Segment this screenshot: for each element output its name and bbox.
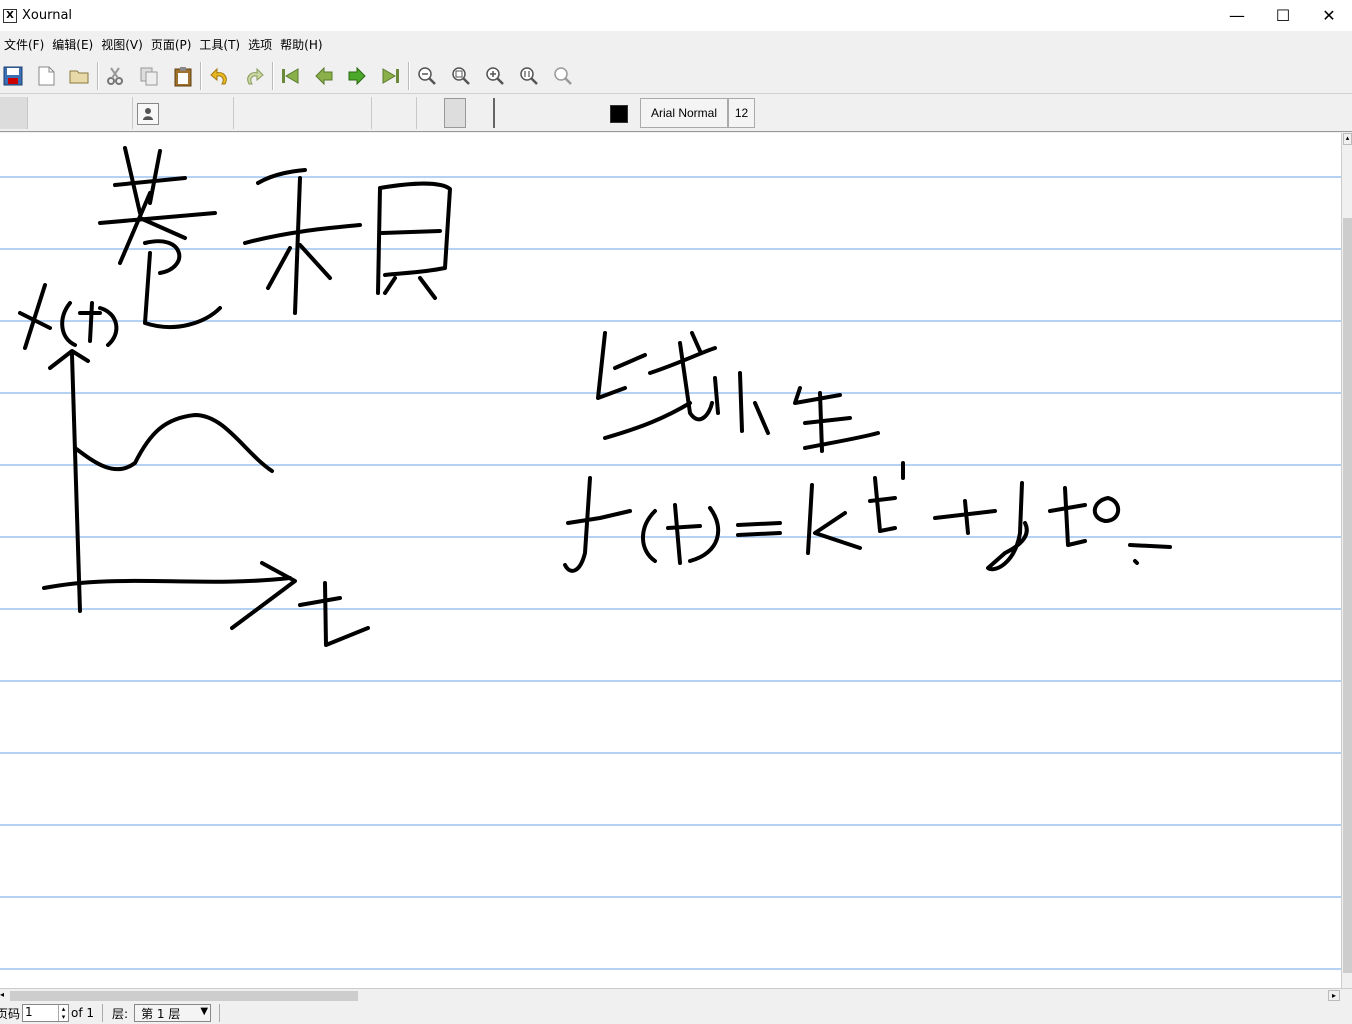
ink-stroke (806, 483, 862, 555)
horizontal-scrollbar[interactable]: ◂ ▸ (0, 988, 1352, 1002)
save-icon[interactable] (0, 63, 26, 89)
ink-stroke (376, 181, 452, 295)
ink-stroke (138, 216, 187, 240)
menu-page[interactable]: 页面(P) (149, 36, 198, 53)
paste-icon[interactable] (170, 63, 196, 89)
menu-edit[interactable]: 编辑(E) (50, 36, 99, 53)
window-controls: — ☐ ✕ (1214, 0, 1352, 31)
status-separator (219, 1004, 221, 1022)
xournal-app-icon: X (3, 8, 17, 23)
zoom-set-icon[interactable] (550, 63, 576, 89)
ink-stroke (113, 176, 187, 187)
menu-tools[interactable]: 工具(T) (197, 36, 246, 53)
layer-select[interactable]: 第 1 层 ▼ (134, 1004, 212, 1022)
page-number-spinner[interactable]: 1 ▴ ▾ (22, 1004, 70, 1022)
thickness-button[interactable] (444, 98, 466, 128)
scroll-up-arrow[interactable]: ▴ (1343, 133, 1352, 145)
scroll-right-arrow[interactable]: ▸ (1328, 990, 1340, 1001)
vertical-scroll-thumb[interactable] (1343, 218, 1352, 973)
ink-stroke (563, 476, 632, 573)
title-bar: X Xournal — ☐ ✕ (0, 0, 1352, 31)
ink-stroke (868, 461, 905, 533)
status-separator (102, 1004, 104, 1022)
toolbar-separator (200, 62, 202, 90)
ink-stroke (243, 223, 362, 245)
toolbar-separator (272, 62, 274, 90)
menu-bar: 文件(F) 编辑(E) 视图(V) 页面(P) 工具(T) 选项 帮助(H) (0, 31, 1352, 58)
ink-stroke (298, 581, 370, 647)
ink-stroke (933, 499, 997, 535)
ink-stroke (1128, 543, 1172, 565)
first-page-icon[interactable] (277, 63, 303, 89)
zoom-fit-icon[interactable] (448, 63, 474, 89)
pen-color-swatch[interactable] (610, 105, 628, 123)
layer-label: 层: (112, 1006, 129, 1021)
ink-stroke (98, 211, 217, 225)
main-toolbar (0, 58, 1352, 94)
last-page-icon[interactable] (378, 63, 404, 89)
close-button[interactable]: ✕ (1306, 0, 1352, 31)
menu-options[interactable]: 选项 (246, 36, 278, 53)
undo-icon[interactable] (207, 63, 233, 89)
toolbar-blank-segment (372, 97, 417, 129)
font-name-button[interactable]: Arial Normal (640, 98, 728, 128)
copy-icon[interactable] (136, 63, 162, 89)
zoom-100-icon[interactable] (516, 63, 542, 89)
ink-stroke (48, 349, 90, 613)
next-page-icon[interactable] (344, 63, 370, 89)
ink-stroke (60, 301, 119, 347)
open-icon[interactable] (66, 63, 92, 89)
toolbar-separator (97, 62, 99, 90)
horizontal-scroll-thumb[interactable] (10, 991, 358, 1001)
font-size-button[interactable]: 12 (728, 98, 755, 128)
vertical-scrollbar[interactable]: ▴ (1341, 133, 1352, 988)
ink-stroke (736, 521, 782, 537)
window-title: Xournal (22, 8, 73, 23)
ink-strokes (18, 146, 1172, 647)
page-number-value: 1 (25, 1005, 33, 1019)
cut-icon[interactable] (102, 63, 128, 89)
ink-stroke (986, 481, 1029, 572)
redo-icon[interactable] (241, 63, 267, 89)
new-page-icon[interactable] (33, 63, 59, 89)
status-bar: 页码 1 ▴ ▾ of 1 层: 第 1 层 ▼ (0, 1002, 1352, 1024)
ink-stroke (641, 503, 721, 565)
toolbar-blank-segment (234, 97, 372, 129)
page-ink[interactable] (0, 133, 1341, 988)
zoom-in-icon[interactable] (482, 63, 508, 89)
ink-stroke (18, 283, 52, 350)
ink-stroke (596, 331, 692, 440)
page-total: of 1 (71, 1006, 95, 1020)
toolbar-blank-segment (133, 97, 234, 129)
pen-tool-button[interactable] (0, 97, 28, 129)
page-label: 页码 (0, 1006, 21, 1021)
toolbar-separator (408, 62, 410, 90)
maximize-button[interactable]: ☐ (1260, 0, 1306, 31)
ink-stroke (42, 561, 297, 630)
ink-stroke (793, 386, 880, 453)
menu-file[interactable]: 文件(F) (2, 36, 50, 53)
ink-stroke (118, 191, 152, 265)
tools-toolbar: Arial Normal 12 (0, 95, 1352, 132)
ink-stroke (73, 413, 274, 473)
ink-stroke (380, 229, 442, 300)
minimize-button[interactable]: — (1214, 0, 1260, 31)
menu-view[interactable]: 视图(V) (99, 36, 149, 53)
toolbar-blank-segment (28, 97, 133, 129)
layer-value: 第 1 层 (141, 1006, 181, 1021)
ink-stroke (1092, 496, 1121, 523)
menu-help[interactable]: 帮助(H) (278, 36, 328, 53)
ink-stroke (713, 371, 770, 435)
zoom-out-icon[interactable] (414, 63, 440, 89)
scroll-left-arrow[interactable]: ◂ (0, 990, 10, 1001)
prev-page-icon[interactable] (311, 63, 337, 89)
ruled-lines (0, 176, 1341, 970)
chevron-down-icon[interactable]: ▼ (200, 1006, 208, 1017)
ink-stroke (123, 146, 142, 215)
note-canvas[interactable] (0, 133, 1341, 988)
spinner-arrows-icon[interactable]: ▴ ▾ (58, 1005, 68, 1021)
ink-stroke (143, 239, 222, 330)
thickness-slider[interactable] (493, 98, 499, 128)
